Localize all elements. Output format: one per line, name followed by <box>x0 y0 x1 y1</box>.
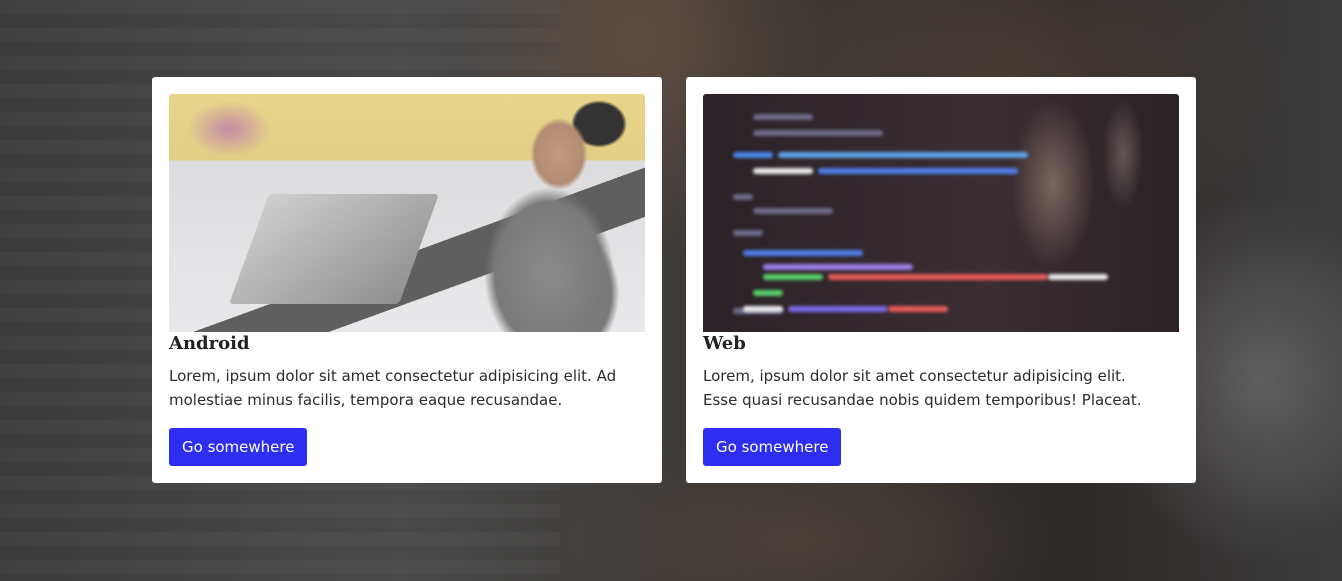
go-somewhere-button[interactable]: Go somewhere <box>703 428 842 466</box>
code-line <box>733 230 763 236</box>
card-web: Web Lorem, ipsum dolor sit amet consecte… <box>686 77 1196 483</box>
card-title: Android <box>169 333 250 354</box>
card-android: Android Lorem, ipsum dolor sit amet cons… <box>152 77 662 483</box>
code-line <box>753 114 813 120</box>
code-line <box>778 152 1028 158</box>
laptop-illustration <box>228 194 440 304</box>
code-line <box>1048 274 1108 280</box>
code-line <box>743 306 783 312</box>
go-somewhere-button[interactable]: Go somewhere <box>169 428 308 466</box>
code-line <box>828 274 1048 280</box>
code-line <box>753 290 783 296</box>
code-line <box>788 306 888 312</box>
card-image-web <box>703 94 1179 332</box>
code-line <box>763 274 823 280</box>
card-title: Web <box>703 333 746 354</box>
code-line <box>753 130 883 136</box>
card-image-android <box>169 94 645 332</box>
card-text: Lorem, ipsum dolor sit amet consectetur … <box>169 367 617 409</box>
code-line <box>763 264 913 270</box>
person-illustration <box>469 104 619 332</box>
code-line <box>743 250 863 256</box>
code-line <box>818 168 1018 174</box>
card-text: Lorem, ipsum dolor sit amet consectetur … <box>703 367 1142 409</box>
code-line <box>888 306 948 312</box>
code-line <box>733 152 773 158</box>
code-line <box>753 168 813 174</box>
code-line <box>753 208 833 214</box>
code-line <box>733 194 753 200</box>
